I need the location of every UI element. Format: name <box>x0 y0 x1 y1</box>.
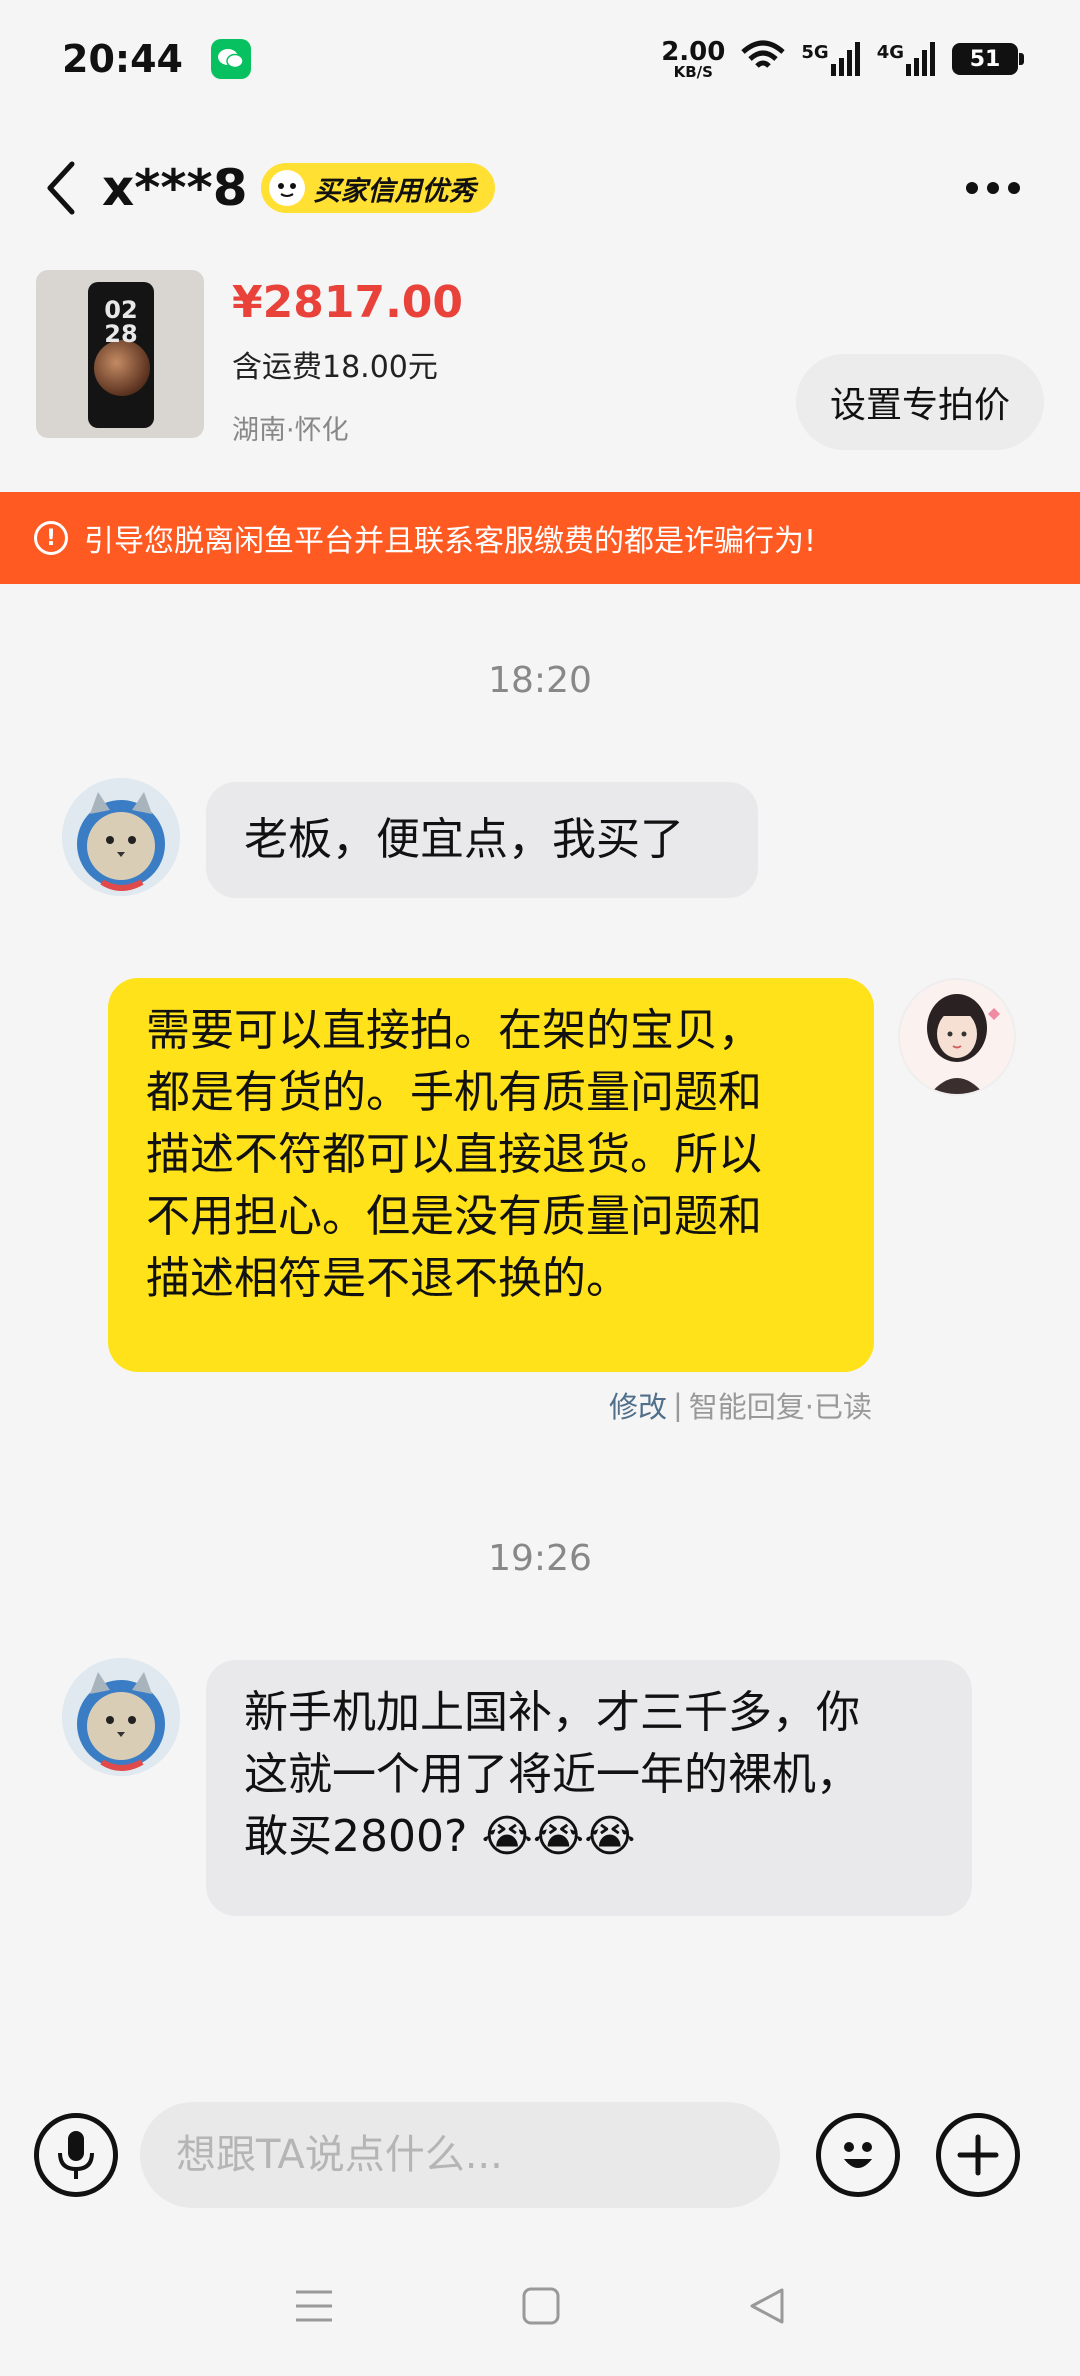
message-2-line-4: 不用担心。但是没有质量问题和 <box>146 1191 762 1242</box>
status-time: 20:44 <box>62 37 183 81</box>
fish-face-icon <box>267 168 308 208</box>
message-3-line-1: 新手机加上国补，才三千多，你 <box>244 1687 860 1738</box>
message-bubble-incoming-2[interactable]: 新手机加上国补，才三千多，你 这就一个用了将近一年的裸机， 敢买2800? 😭😭… <box>206 1660 972 1916</box>
buyer-avatar[interactable] <box>62 778 180 896</box>
home-icon[interactable] <box>521 2286 561 2330</box>
product-location: 湖南·怀化 <box>232 415 349 446</box>
product-thumbnail[interactable]: 02 28 <box>36 270 204 438</box>
message-input[interactable] <box>140 2102 780 2208</box>
credit-badge-label: 买家信用优秀 <box>313 175 476 207</box>
wifi-icon <box>741 40 786 78</box>
status-indicators: 2.00 KB/S 5G 4G 51 <box>661 39 1024 80</box>
product-card[interactable]: 02 28 ¥2817.00 含运费18.00元 湖南·怀化 设置专拍价 <box>0 270 1080 480</box>
signal-label-5g: 5G <box>801 42 829 63</box>
signal-icon-5g: 5G <box>801 42 860 76</box>
set-special-price-button[interactable]: 设置专拍价 <box>795 354 1044 450</box>
emoji-icon[interactable] <box>816 2113 900 2197</box>
status-bar: 20:44 2.00 KB/S 5G 4G 51 <box>0 0 1080 118</box>
menu-icon[interactable] <box>294 2288 334 2328</box>
message-2-line-2: 都是有货的。手机有质量问题和 <box>146 1067 762 1118</box>
net-speed-unit: KB/S <box>673 62 713 81</box>
fraud-warning-banner: ! 引导您脱离闲鱼平台并且联系客服缴费的都是诈骗行为! <box>0 492 1080 584</box>
message-2-line-5: 描述相符是不退不换的。 <box>146 1253 630 1304</box>
message-2-meta: 修改 | 智能回复·已读 <box>609 1384 872 1426</box>
net-speed: 2.00 KB/S <box>661 39 725 80</box>
user-name[interactable]: x***8 <box>102 159 247 217</box>
edit-link[interactable]: 修改 <box>609 1384 667 1426</box>
message-3-line-2: 这就一个用了将近一年的裸机， <box>244 1749 860 1800</box>
voice-icon[interactable] <box>34 2113 118 2197</box>
message-3-line-3: 敢买2800? 😭😭😭 <box>244 1806 934 1868</box>
message-text-1: 老板，便宜点，我买了 <box>244 814 684 865</box>
wechat-icon <box>210 39 251 79</box>
more-icon[interactable] <box>966 182 1036 194</box>
message-2-line-3: 描述不符都可以直接退货。所以 <box>146 1129 762 1180</box>
meta-divider: | <box>673 1388 683 1422</box>
plus-icon[interactable] <box>936 2113 1020 2197</box>
system-nav-bar <box>0 2260 1080 2356</box>
message-2-line-1: 需要可以直接拍。在架的宝贝， <box>146 1005 762 1056</box>
back-nav-icon[interactable] <box>748 2286 786 2330</box>
back-icon[interactable] <box>44 158 94 218</box>
thumb-clock: 02 28 <box>104 296 138 348</box>
signal-icon-4g: 4G <box>877 42 936 76</box>
buyer-avatar-2[interactable] <box>62 1658 180 1776</box>
message-3-line-3-text: 敢买2800? <box>244 1811 468 1862</box>
warning-icon: ! <box>34 521 68 555</box>
product-shipping: 含运费18.00元 <box>232 350 438 385</box>
message-2-status: 智能回复·已读 <box>688 1390 872 1424</box>
battery-icon: 51 <box>952 43 1024 75</box>
crying-emoji-icon: 😭😭😭 <box>481 1811 636 1862</box>
seller-avatar[interactable] <box>898 978 1016 1096</box>
product-info: ¥2817.00 含运费18.00元 湖南·怀化 <box>232 270 463 447</box>
warning-text: 引导您脱离闲鱼平台并且联系客服缴费的都是诈骗行为! <box>84 524 817 559</box>
credit-badge[interactable]: 买家信用优秀 <box>261 163 496 213</box>
chat-header: x***8 买家信用优秀 <box>0 140 1080 236</box>
timestamp-2: 19:26 <box>488 1538 592 1579</box>
timestamp-1: 18:20 <box>488 660 592 701</box>
product-price: ¥2817.00 <box>232 277 464 328</box>
message-bubble-incoming-1[interactable]: 老板，便宜点，我买了 <box>206 782 758 898</box>
message-bubble-outgoing-1[interactable]: 需要可以直接拍。在架的宝贝， 都是有货的。手机有质量问题和 描述不符都可以直接退… <box>108 978 874 1372</box>
signal-label-4g: 4G <box>876 42 904 63</box>
input-bar <box>0 2090 1080 2220</box>
net-speed-value: 2.00 <box>661 36 726 67</box>
